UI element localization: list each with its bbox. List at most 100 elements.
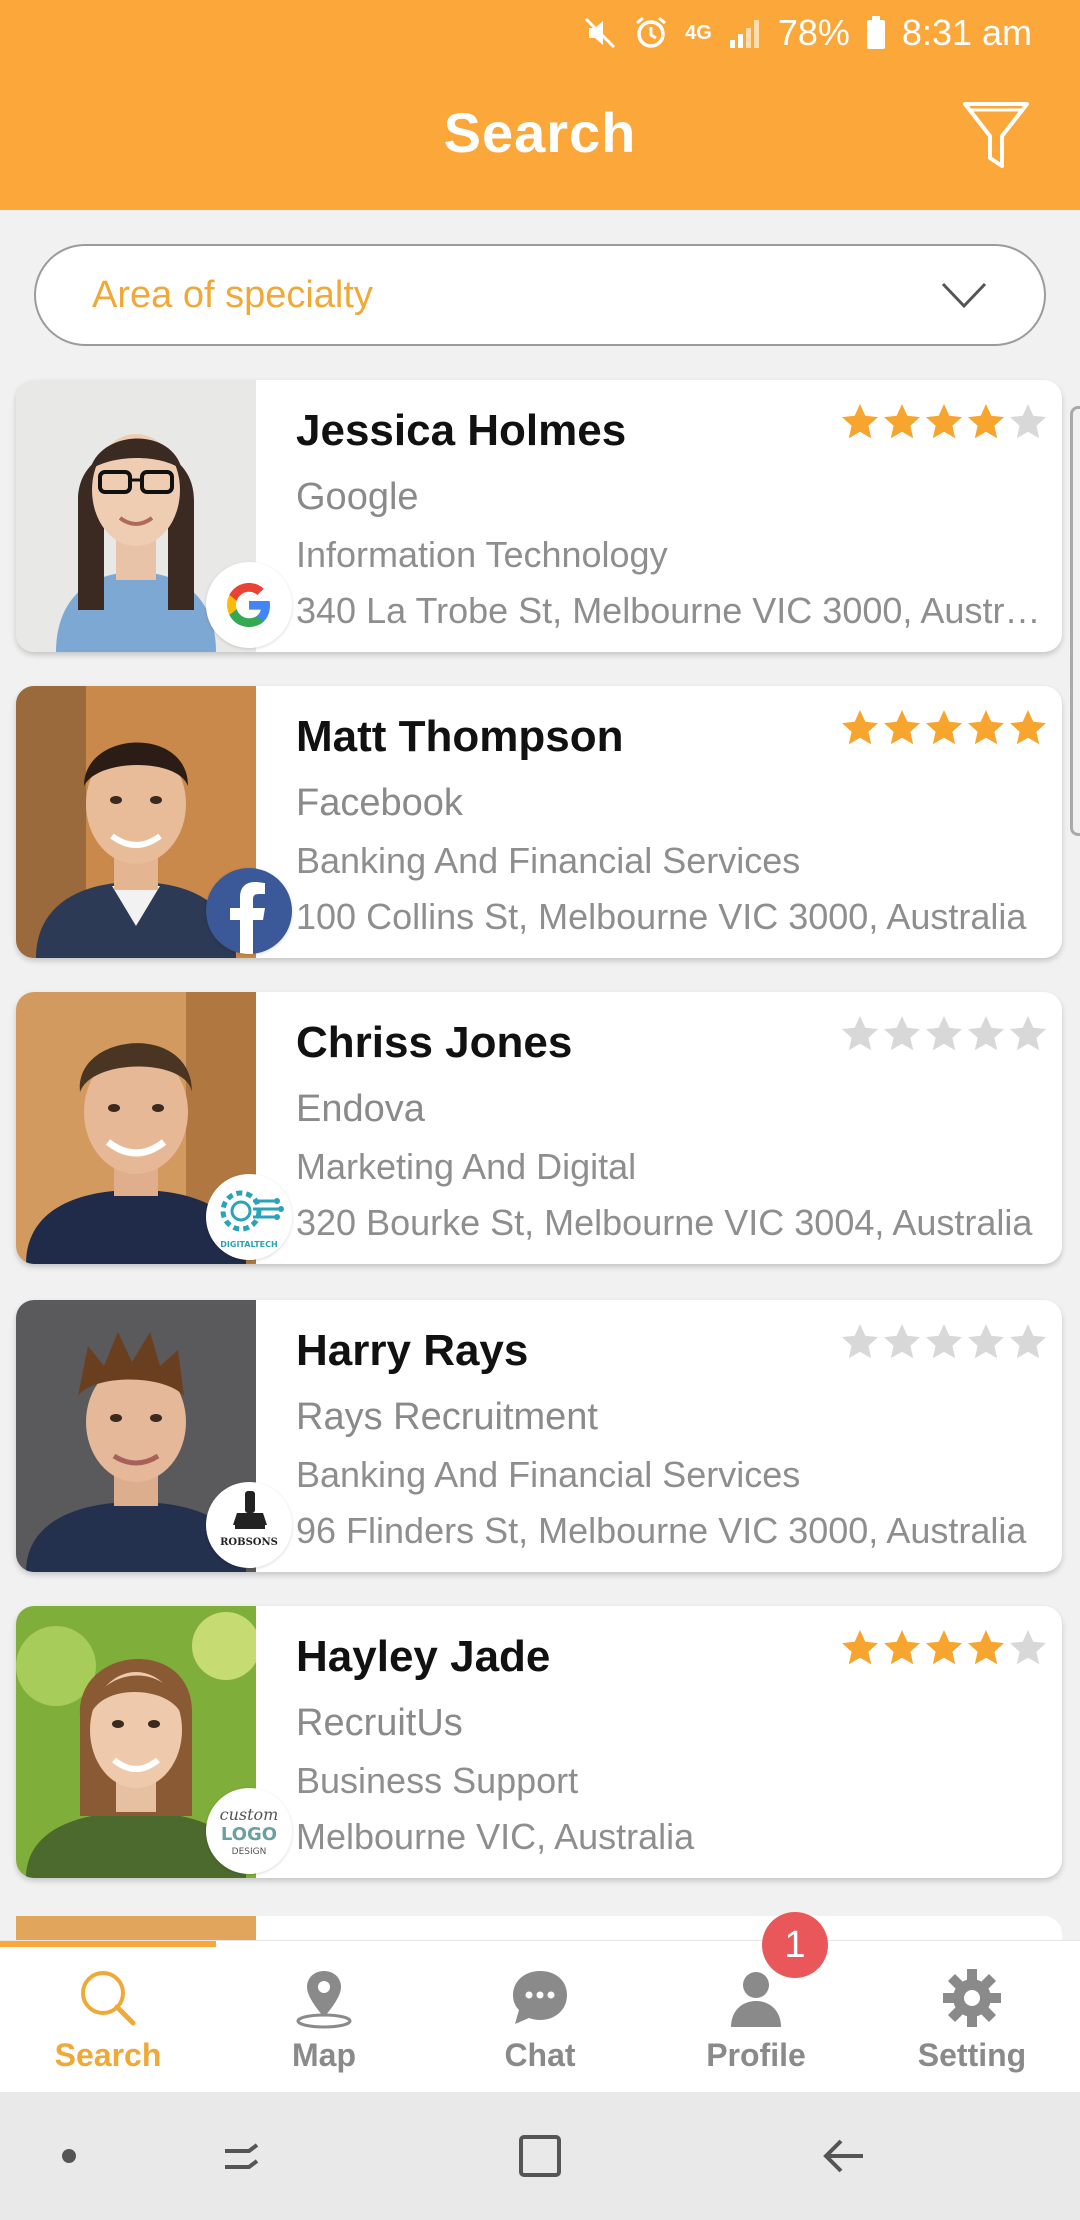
home-icon[interactable] [508, 2126, 572, 2186]
nav-label: Search [54, 2037, 162, 2073]
result-name: Hayley Jade [296, 1632, 551, 1681]
star-icon [926, 1630, 962, 1665]
company-logo-digitaltech: DIGITALTECH [206, 1174, 292, 1260]
star-icon [926, 1324, 962, 1359]
star-icon [884, 404, 920, 439]
robsons-text: ROBSONS [220, 1537, 278, 1548]
star-icon [1010, 404, 1046, 439]
network-type: 4G [685, 21, 712, 44]
battery-percentage: 78% [777, 12, 850, 53]
company-logo-custom: custom LOGO DESIGN [206, 1788, 292, 1874]
star-icon [968, 710, 1004, 745]
result-address: 340 La Trobe St, Melbourne VIC 3000, Aus… [296, 590, 1046, 631]
result-name: Chriss Jones [296, 1018, 573, 1067]
star-icon [842, 1324, 878, 1359]
system-navigation-bar [0, 2092, 1080, 2220]
result-info: Matt Thompson Facebook Banking And Finan… [296, 686, 1048, 958]
dropdown-placeholder: Area of specialty [92, 273, 373, 316]
result-name: Harry Rays [296, 1326, 529, 1375]
result-company: Rays Recruitment [296, 1396, 598, 1438]
star-icon [968, 1016, 1004, 1051]
recents-icon[interactable] [208, 2126, 272, 2186]
status-bar: 4G 78% 8:31 am [583, 10, 1032, 56]
result-industry: Marketing And Digital [296, 1146, 637, 1187]
result-info: Jessica Holmes Google Information Techno… [296, 380, 1048, 652]
result-card[interactable]: DIGITALTECH Chriss Jones Endova Marketin… [16, 992, 1062, 1264]
company-logo-google [206, 562, 292, 648]
result-address: 320 Bourke St, Melbourne VIC 3004, Austr… [296, 1202, 1033, 1243]
nav-item-chat[interactable]: Chat [432, 1941, 648, 2093]
star-icon [926, 404, 962, 439]
result-industry: Banking And Financial Services [296, 1454, 801, 1495]
back-icon[interactable] [812, 2126, 876, 2186]
star-icon [968, 1630, 1004, 1665]
result-info: Hayley Jade RecruitUs Business Support M… [296, 1606, 1048, 1878]
rating-stars [840, 708, 1048, 748]
result-industry: Banking And Financial Services [296, 840, 801, 881]
profile-notification-badge: 1 [762, 1912, 828, 1978]
star-icon [884, 1630, 920, 1665]
dot-icon[interactable] [54, 2126, 84, 2186]
result-address: 100 Collins St, Melbourne VIC 3000, Aust… [296, 896, 1027, 937]
nav-item-search[interactable]: Search [0, 1941, 216, 2093]
result-card[interactable]: Jessica Holmes Google Information Techno… [16, 380, 1062, 652]
facebook-logo-icon [230, 882, 265, 954]
rating-stars [840, 1322, 1048, 1362]
filter-icon [963, 102, 1029, 168]
clock: 8:31 am [901, 12, 1032, 53]
google-logo-icon [227, 583, 270, 627]
specialty-dropdown[interactable]: Area of specialty [34, 244, 1046, 346]
chevron-down-icon [941, 282, 987, 309]
star-icon [842, 404, 878, 439]
star-icon [884, 1016, 920, 1051]
nav-item-profile[interactable]: Profile [648, 1941, 864, 2093]
star-icon [842, 710, 878, 745]
profile-icon [724, 1967, 788, 2029]
map-pin-icon [292, 1967, 356, 2029]
app-header: 4G 78% 8:31 am Search [0, 0, 1080, 210]
result-info: Chriss Jones Endova Marketing And Digita… [296, 992, 1048, 1264]
result-company: Facebook [296, 782, 463, 824]
result-name: Matt Thompson [296, 712, 624, 761]
star-icon [884, 710, 920, 745]
rating-stars [840, 1628, 1048, 1668]
alarm-icon [633, 15, 669, 51]
star-icon [1010, 1324, 1046, 1359]
nav-item-setting[interactable]: Setting [864, 1941, 1080, 2093]
result-card[interactable]: Matt Thompson Facebook Banking And Finan… [16, 686, 1062, 958]
battery-icon [866, 16, 886, 50]
result-company: RecruitUs [296, 1702, 463, 1744]
star-icon [1010, 710, 1046, 745]
profile-photo [16, 1916, 256, 1940]
nav-label: Map [292, 2037, 356, 2073]
nav-label: Setting [917, 2037, 1027, 2073]
result-industry: Business Support [296, 1760, 579, 1801]
result-card[interactable]: ROBSONS Harry Rays Rays Recruitment Bank… [16, 1300, 1062, 1572]
company-logo-facebook [206, 868, 292, 954]
scroll-indicator[interactable] [1070, 406, 1080, 836]
result-card[interactable]: custom LOGO DESIGN Hayley Jade RecruitUs… [16, 1606, 1062, 1878]
star-icon [842, 1630, 878, 1665]
filter-button[interactable] [960, 98, 1032, 174]
nav-item-map[interactable]: Map [216, 1941, 432, 2093]
result-card-partial[interactable] [16, 1916, 1062, 1940]
result-name: Jessica Holmes [296, 406, 627, 455]
star-icon [1010, 1016, 1046, 1051]
chat-icon [508, 1967, 572, 2029]
page-title: Search [443, 101, 637, 164]
search-results-area[interactable]: Area of specialty Jessica Holmes Google … [0, 210, 1080, 1940]
custom-logo-line1: custom [220, 1805, 279, 1824]
nav-label: Chat [504, 2037, 576, 2073]
result-address: Melbourne VIC, Australia [296, 1816, 695, 1857]
signal-icon [728, 16, 762, 50]
digitaltech-text: DIGITALTECH [220, 1240, 277, 1249]
custom-logo-line2: LOGO [221, 1824, 277, 1845]
rating-stars [840, 402, 1048, 442]
star-icon [884, 1324, 920, 1359]
result-company: Google [296, 476, 419, 518]
star-icon [926, 710, 962, 745]
nav-label: Profile [706, 2037, 806, 2073]
robsons-logo-icon: ROBSONS [220, 1491, 278, 1548]
bottom-navigation: Search Map Chat Profile Setting [0, 1940, 1080, 2092]
rating-stars [840, 1014, 1048, 1054]
